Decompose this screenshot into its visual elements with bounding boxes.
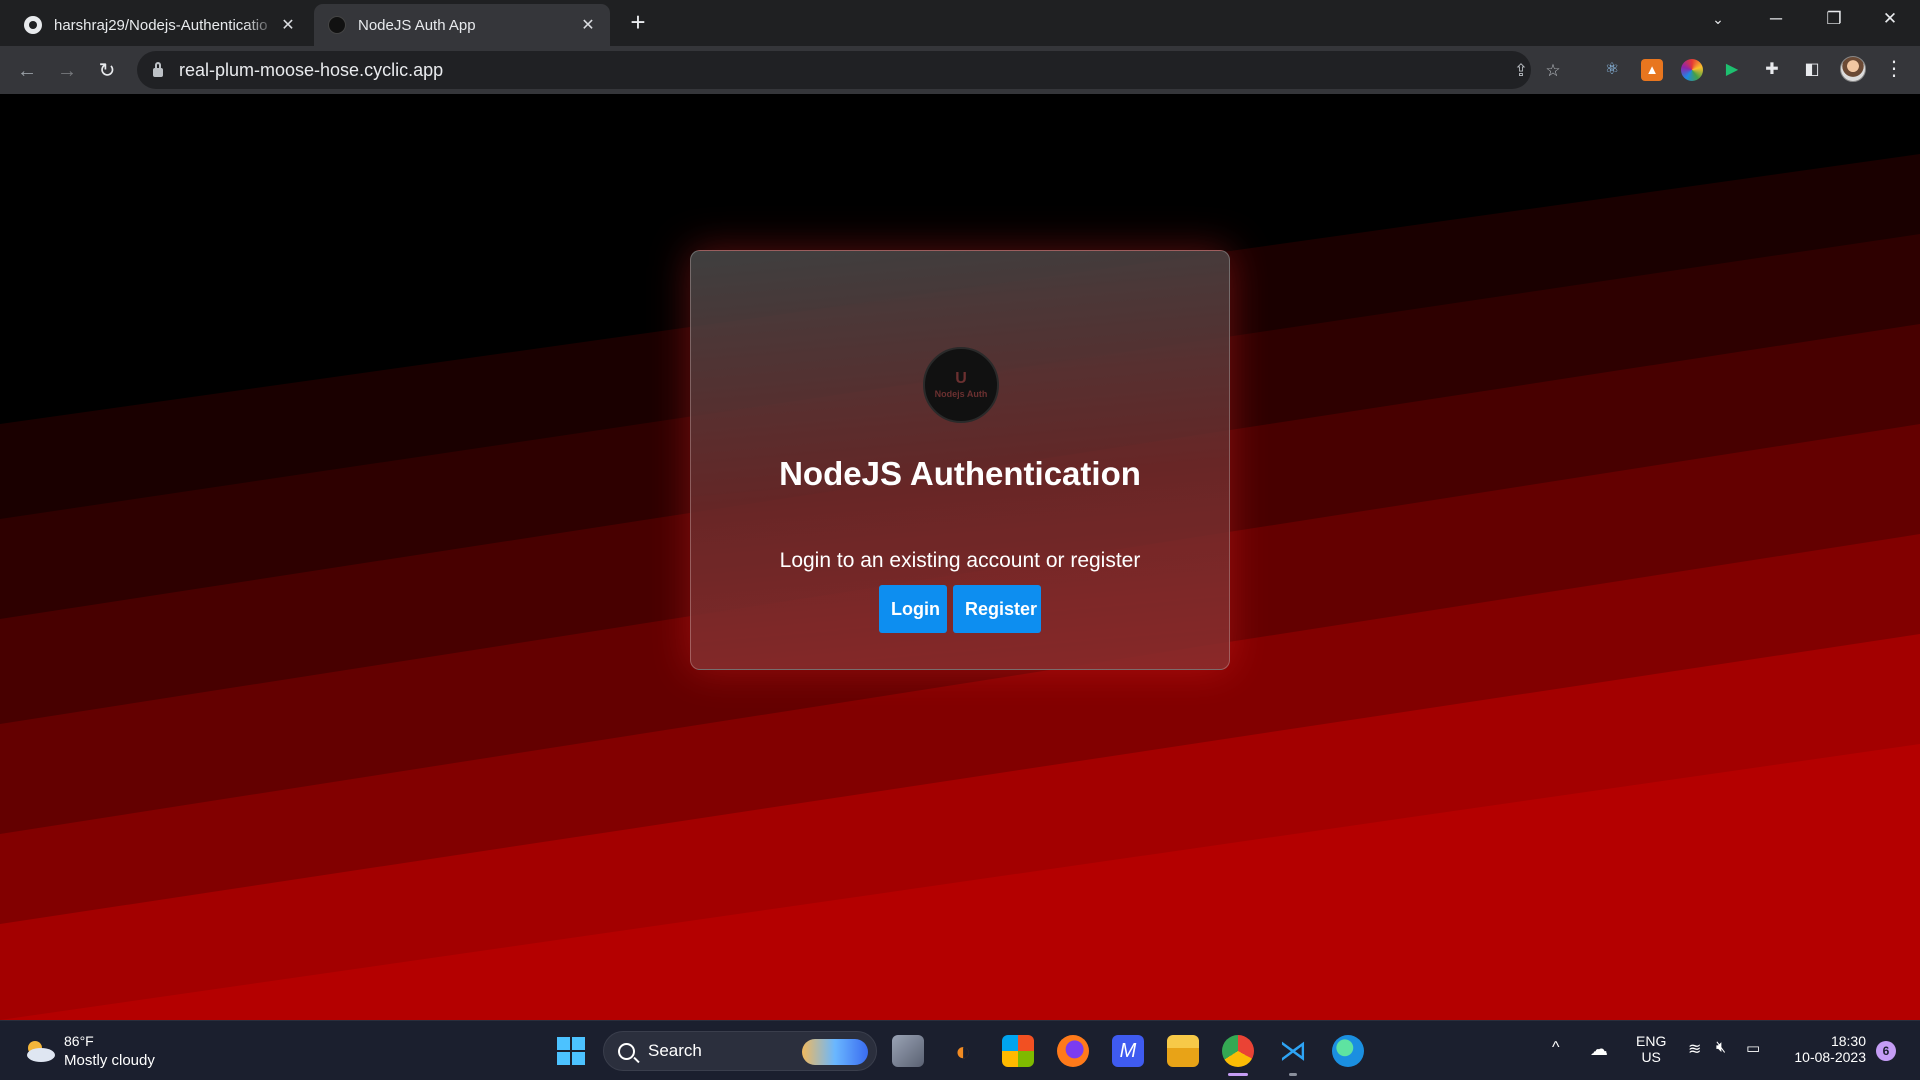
show-hidden-icons-chevron-icon[interactable]: ^ xyxy=(1552,1039,1560,1057)
react-devtools-icon[interactable]: ⚛ xyxy=(1601,59,1623,81)
share-icon[interactable]: ⇪ xyxy=(1511,61,1531,81)
language-code: ENG xyxy=(1636,1033,1667,1049)
cloudy-weather-icon[interactable] xyxy=(22,1039,56,1063)
bookmark-star-icon[interactable]: ☆ xyxy=(1543,61,1563,81)
tab-title: harshraj29/Nodejs-Authenticatio xyxy=(54,16,268,34)
onedrive-cloud-icon[interactable]: ☁ xyxy=(1590,1039,1608,1060)
reload-button[interactable]: ↻ xyxy=(92,56,122,86)
address-bar[interactable]: real-plum-moose-hose.cyclic.app ⇪ ☆ xyxy=(137,51,1561,89)
page-subtitle: Login to an existing account or register xyxy=(779,549,1141,572)
windows-taskbar: 86°F Mostly cloudy Search ◐ M ⋊ ^ ☁ ENG … xyxy=(0,1020,1920,1080)
chrome-icon[interactable] xyxy=(1222,1035,1254,1067)
microsoft-store-icon[interactable] xyxy=(1002,1035,1034,1067)
clock-date: 10-08-2023 xyxy=(1794,1049,1866,1065)
region-code: US xyxy=(1641,1049,1661,1065)
vscode-running-indicator xyxy=(1289,1073,1297,1076)
chrome-active-indicator xyxy=(1228,1073,1248,1076)
login-button[interactable]: Login xyxy=(879,585,947,633)
language-indicator[interactable]: ENG US xyxy=(1636,1033,1666,1065)
firefox-icon[interactable] xyxy=(1057,1035,1089,1067)
search-icon xyxy=(618,1042,635,1060)
search-highlight-icon xyxy=(802,1039,868,1065)
browser-menu-icon[interactable]: ⋮ xyxy=(1884,54,1904,84)
weather-description[interactable]: Mostly cloudy xyxy=(64,1052,155,1069)
weather-temperature[interactable]: 86°F xyxy=(64,1033,94,1049)
edge-icon[interactable] xyxy=(1332,1035,1364,1067)
wifi-icon[interactable]: ≋ xyxy=(1688,1039,1701,1059)
jupyter-icon[interactable]: ◐ xyxy=(947,1035,979,1067)
page-viewport: U Nodejs Auth NodeJS Authentication Logi… xyxy=(0,94,1920,1020)
page-title: NodeJS Authentication xyxy=(779,455,1141,492)
app-favicon-icon xyxy=(328,16,346,34)
close-window-button[interactable]: ✕ xyxy=(1862,0,1918,40)
forward-button[interactable]: → xyxy=(52,56,82,86)
lock-icon xyxy=(153,62,163,77)
task-view-icon[interactable] xyxy=(892,1035,924,1067)
volume-muted-icon[interactable]: 🔇︎ xyxy=(1716,1039,1726,1057)
extensions-puzzle-icon[interactable]: ✚ xyxy=(1761,59,1783,81)
battery-icon[interactable]: ▭ xyxy=(1746,1039,1760,1057)
vscode-icon[interactable]: ⋊ xyxy=(1277,1035,1309,1067)
profile-avatar[interactable] xyxy=(1840,56,1866,82)
send-extension-icon[interactable]: ▶ xyxy=(1721,59,1743,81)
taskbar-search[interactable]: Search xyxy=(603,1031,877,1071)
close-tab-icon[interactable]: ✕ xyxy=(278,15,298,35)
notification-badge[interactable]: 6 xyxy=(1876,1041,1896,1061)
minimize-button[interactable]: ─ xyxy=(1748,0,1804,40)
register-button[interactable]: Register xyxy=(953,585,1041,633)
url-text: real-plum-moose-hose.cyclic.app xyxy=(179,59,444,80)
mathpix-icon[interactable]: M xyxy=(1112,1035,1144,1067)
logo-text: Nodejs Auth xyxy=(934,388,988,399)
app-logo: U Nodejs Auth xyxy=(923,347,999,423)
new-tab-button[interactable]: + xyxy=(624,8,652,36)
metamask-icon[interactable]: ▲ xyxy=(1641,59,1663,81)
browser-tab-strip: harshraj29/Nodejs-Authenticatio ✕ NodeJS… xyxy=(0,0,1920,46)
color-picker-icon[interactable] xyxy=(1681,59,1703,81)
clock[interactable]: 18:30 10-08-2023 xyxy=(1786,1033,1866,1065)
auth-card: U Nodejs Auth NodeJS Authentication Logi… xyxy=(690,250,1230,670)
tab-github[interactable]: harshraj29/Nodejs-Authenticatio ✕ xyxy=(10,4,310,46)
close-tab-icon[interactable]: ✕ xyxy=(578,15,598,35)
tab-nodejs-auth-app[interactable]: NodeJS Auth App ✕ xyxy=(314,4,610,46)
magnet-icon: U xyxy=(955,369,967,387)
back-button[interactable]: ← xyxy=(12,56,42,86)
tab-title: NodeJS Auth App xyxy=(358,16,476,34)
file-explorer-icon[interactable] xyxy=(1167,1035,1199,1067)
tab-search-chevron-icon[interactable]: ⌄ xyxy=(1690,0,1746,40)
auth-buttons: Login Register xyxy=(691,585,1229,633)
browser-toolbar: ← → ↻ real-plum-moose-hose.cyclic.app ⇪ … xyxy=(0,46,1920,94)
side-panel-icon[interactable]: ◧ xyxy=(1801,59,1823,81)
restore-button[interactable]: ❐ xyxy=(1806,0,1862,40)
windows-start-icon[interactable] xyxy=(555,1035,587,1067)
clock-time: 18:30 xyxy=(1830,1033,1866,1049)
search-label: Search xyxy=(648,1041,702,1060)
github-icon xyxy=(24,16,42,34)
